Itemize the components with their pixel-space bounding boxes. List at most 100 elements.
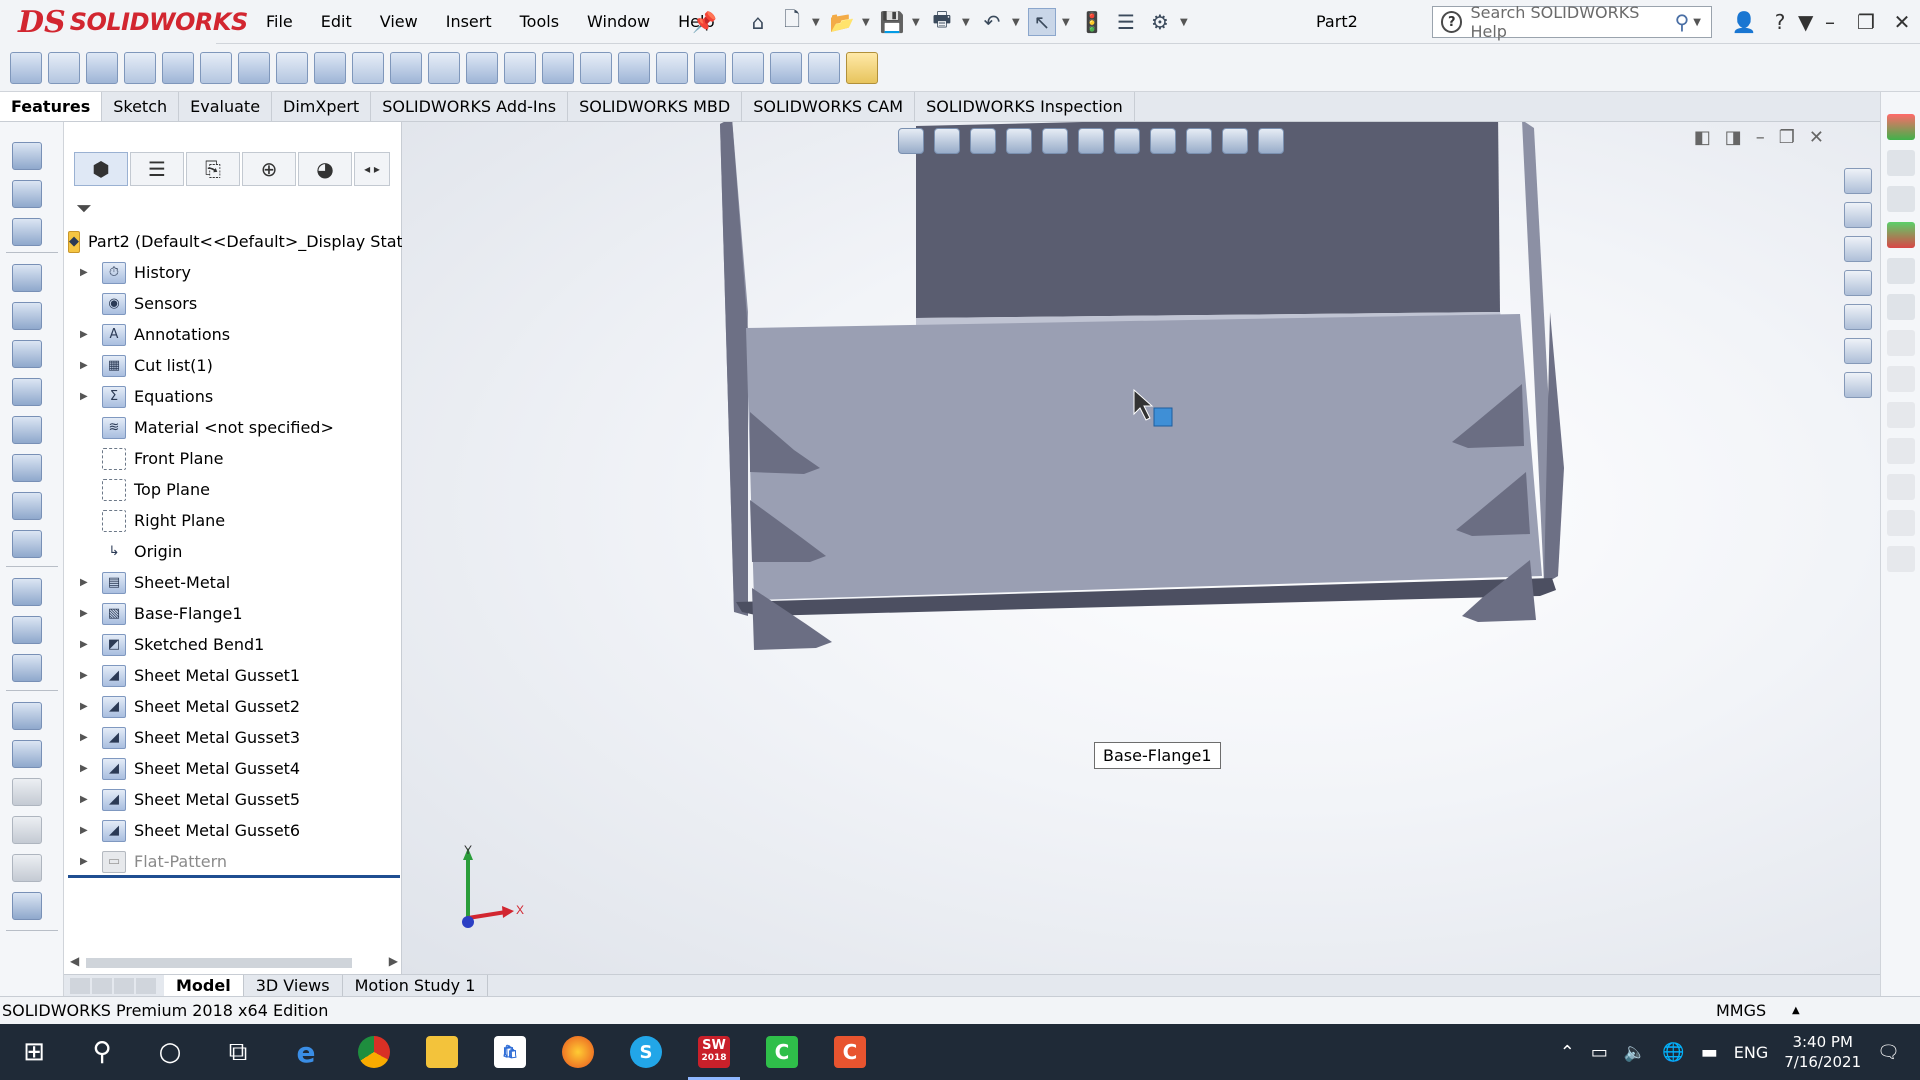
cameras-icon[interactable]: [1887, 474, 1915, 500]
expand-arrow-icon[interactable]: ▶: [80, 267, 94, 278]
wrap-icon[interactable]: [12, 854, 42, 882]
tree-item[interactable]: ▶ ◢ Sheet Metal Gusset2: [64, 691, 400, 722]
cortana-icon[interactable]: ○: [136, 1024, 204, 1080]
pin-menu-icon[interactable]: 📌: [692, 10, 717, 34]
vent-icon[interactable]: [504, 51, 536, 84]
unit-system[interactable]: MMGS: [1716, 997, 1766, 1025]
instant3d-icon[interactable]: [12, 816, 42, 844]
tab-motion-study[interactable]: Motion Study 1: [343, 974, 489, 997]
expand-arrow-icon[interactable]: ▶: [80, 577, 94, 588]
file-properties-icon[interactable]: ☰: [1112, 8, 1140, 36]
volume-icon[interactable]: 🔈: [1624, 1042, 1646, 1063]
battery-icon[interactable]: ▬: [1701, 1042, 1718, 1063]
edge-flange-icon[interactable]: [124, 51, 156, 84]
expand-arrow-icon[interactable]: ▶: [80, 329, 94, 340]
search-help-box[interactable]: ? Search SOLIDWORKS Help ⚲ ▼: [1432, 3, 1712, 41]
viewport-close-icon[interactable]: ✕: [1809, 127, 1824, 148]
forming-tool-icon[interactable]: [390, 51, 422, 84]
fold-icon[interactable]: [580, 51, 612, 84]
jog-icon[interactable]: [238, 51, 270, 84]
print-caret-icon[interactable]: ▼: [962, 17, 972, 28]
apply-scene-icon[interactable]: [1222, 128, 1248, 154]
forum-icon[interactable]: [1844, 372, 1872, 398]
tree-item[interactable]: ▶ ▭ Flat-Pattern: [64, 846, 400, 877]
menu-edit[interactable]: Edit: [307, 0, 366, 44]
flatten-icon[interactable]: [618, 51, 650, 84]
expand-arrow-icon[interactable]: ▶: [80, 360, 94, 371]
tree-item[interactable]: Front Plane: [64, 443, 400, 474]
no-bends-icon[interactable]: [656, 51, 688, 84]
file-explorer-taskbar-icon[interactable]: [408, 1024, 476, 1080]
search-taskbar-icon[interactable]: ⚲: [68, 1024, 136, 1080]
insert-bends-icon[interactable]: [694, 51, 726, 84]
previous-view-icon[interactable]: [970, 128, 996, 154]
display-manager-tab-icon[interactable]: ◕: [298, 152, 352, 186]
file-explorer-pane-icon[interactable]: [1887, 186, 1915, 212]
tab-addins[interactable]: SOLIDWORKS Add-Ins: [371, 92, 569, 121]
firefox-icon[interactable]: [544, 1024, 612, 1080]
search-icon[interactable]: ⚲: [1675, 10, 1690, 34]
apply-scene-pane-icon[interactable]: [1887, 366, 1915, 392]
tab-inspection[interactable]: SOLIDWORKS Inspection: [915, 92, 1135, 121]
search-caret-icon[interactable]: ▼: [1693, 17, 1703, 28]
graphics-viewport[interactable]: ◧ ◨ – ❐ ✕ Base-Flange1 Y X: [402, 122, 1880, 974]
decals-icon[interactable]: [1887, 402, 1915, 428]
tree-item[interactable]: ▶ ◢ Sheet Metal Gusset4: [64, 753, 400, 784]
next-tab-icon[interactable]: [114, 977, 134, 994]
print-icon[interactable]: 🖶: [928, 7, 956, 36]
language-indicator[interactable]: ENG: [1734, 1043, 1768, 1062]
part-model[interactable]: [402, 122, 1880, 974]
select-icon[interactable]: ↖: [1028, 8, 1056, 36]
display-style-icon[interactable]: [1114, 128, 1140, 154]
menu-view[interactable]: View: [366, 0, 432, 44]
tree-item[interactable]: ▶ ▧ Base-Flange1: [64, 598, 400, 629]
tree-item[interactable]: ▶ ◢ Sheet Metal Gusset3: [64, 722, 400, 753]
search-input[interactable]: Search SOLIDWORKS Help: [1470, 3, 1674, 41]
configuration-manager-tab-icon[interactable]: ⎘: [186, 152, 240, 186]
tree-item[interactable]: ▶ ▤ Sheet-Metal: [64, 567, 400, 598]
save-caret-icon[interactable]: ▼: [912, 17, 922, 28]
undo-icon[interactable]: ↶: [978, 8, 1006, 36]
rib-icon[interactable]: [12, 578, 42, 606]
filter-icon[interactable]: ⏷: [76, 196, 92, 220]
hem-icon[interactable]: [200, 51, 232, 84]
mirror-icon[interactable]: [12, 702, 42, 730]
curves-icon[interactable]: [12, 778, 42, 806]
expand-arrow-icon[interactable]: ▶: [80, 701, 94, 712]
zoom-to-fit-icon[interactable]: [898, 128, 924, 154]
first-tab-icon[interactable]: [70, 977, 90, 994]
device-icon[interactable]: ▭: [1591, 1042, 1608, 1063]
tab-3d-views[interactable]: 3D Views: [244, 974, 343, 997]
camtasia-recorder-icon[interactable]: C: [816, 1024, 884, 1080]
rebuild-icon[interactable]: 🚦: [1078, 8, 1106, 36]
menu-file[interactable]: File: [252, 0, 307, 44]
tab-dimxpert[interactable]: DimXpert: [272, 92, 372, 121]
fillet-icon[interactable]: [12, 492, 42, 520]
view-orientation-icon[interactable]: [1078, 128, 1104, 154]
tree-item[interactable]: ↳ Origin: [64, 536, 400, 567]
undo-caret-icon[interactable]: ▼: [1012, 17, 1022, 28]
convert-to-sheet-metal-icon[interactable]: [48, 51, 80, 84]
tab-and-slot-icon[interactable]: [808, 51, 840, 84]
tree-item[interactable]: ▶ Σ Equations: [64, 381, 400, 412]
custom-properties-pane-icon[interactable]: [1887, 258, 1915, 284]
lofted-bend-icon[interactable]: [86, 51, 118, 84]
unfold-icon[interactable]: [542, 51, 574, 84]
sketched-bend-icon[interactable]: [276, 51, 308, 84]
file-explorer-icon[interactable]: [1844, 236, 1872, 262]
gusset-tool-icon[interactable]: [770, 51, 802, 84]
lights-icon[interactable]: [1887, 438, 1915, 464]
options-caret-icon[interactable]: ▼: [1180, 17, 1190, 28]
dimxpert-manager-tab-icon[interactable]: ⊕: [242, 152, 296, 186]
revolved-cut-icon[interactable]: [12, 416, 42, 444]
tree-item[interactable]: ▶ ▦ Cut list(1): [64, 350, 400, 381]
swept-cut-icon[interactable]: [12, 454, 42, 482]
restore-icon[interactable]: ❐: [1848, 10, 1884, 34]
store-icon[interactable]: 🛍: [476, 1024, 544, 1080]
tab-cam[interactable]: SOLIDWORKS CAM: [742, 92, 916, 121]
start-icon[interactable]: ⊞: [0, 1024, 68, 1080]
extruded-cut-icon[interactable]: [428, 51, 460, 84]
hole-wizard-icon[interactable]: [12, 378, 42, 406]
expand-arrow-icon[interactable]: ▶: [80, 670, 94, 681]
save-icon[interactable]: 💾: [878, 8, 906, 36]
